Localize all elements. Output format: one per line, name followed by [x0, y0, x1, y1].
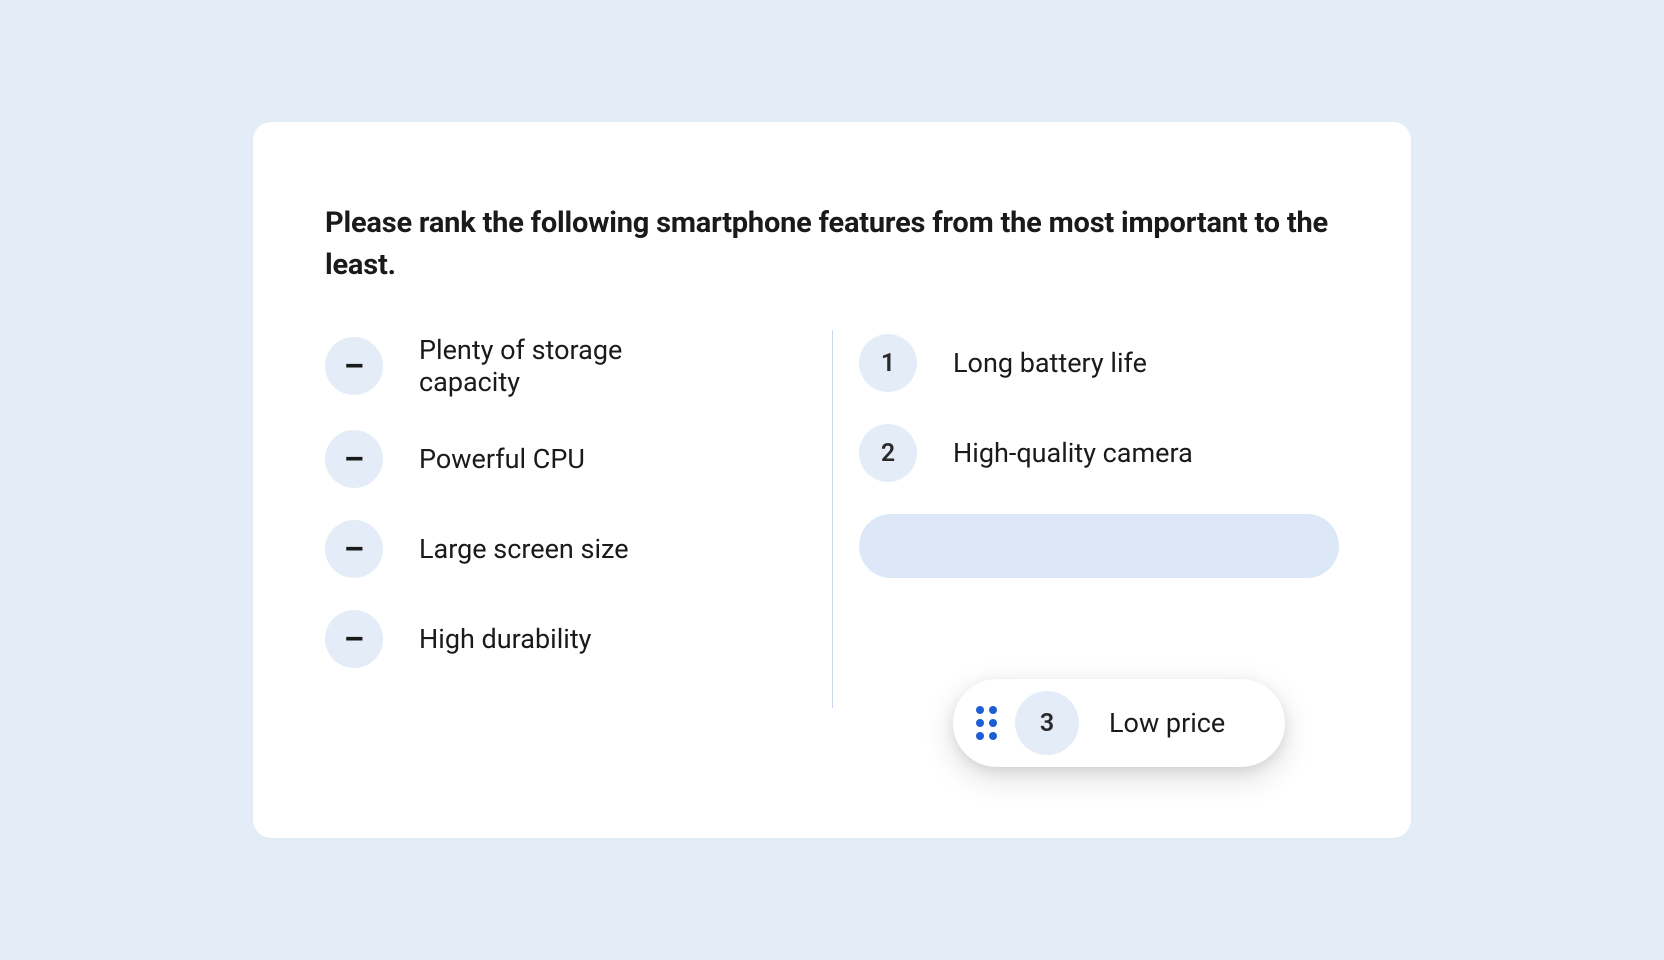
rank-badge: 3	[1015, 691, 1079, 755]
dragging-item-label: Low price	[1109, 707, 1225, 739]
dash-icon: –	[325, 337, 383, 395]
ranked-item[interactable]: 2 High-quality camera	[859, 424, 1339, 482]
drop-slot[interactable]	[859, 514, 1339, 578]
unranked-column: – Plenty of storage capacity – Powerful …	[325, 334, 769, 700]
unranked-item[interactable]: – Large screen size	[325, 520, 729, 578]
dash-icon: –	[325, 610, 383, 668]
ranked-item-label: Long battery life	[953, 347, 1147, 379]
ranking-card: Please rank the following smartphone fea…	[253, 122, 1411, 838]
dragging-item[interactable]: 3 Low price	[953, 679, 1285, 767]
ranking-columns: – Plenty of storage capacity – Powerful …	[325, 334, 1339, 700]
unranked-item[interactable]: – High durability	[325, 610, 729, 668]
question-title: Please rank the following smartphone fea…	[325, 202, 1339, 286]
ranked-column: 1 Long battery life 2 High-quality camer…	[769, 334, 1339, 700]
dash-icon: –	[325, 430, 383, 488]
page-background: Please rank the following smartphone fea…	[0, 0, 1664, 960]
rank-badge: 1	[859, 334, 917, 392]
dash-icon: –	[325, 520, 383, 578]
ranked-item[interactable]: 1 Long battery life	[859, 334, 1339, 392]
unranked-item-label: Powerful CPU	[419, 443, 585, 475]
unranked-item-label: Plenty of storage capacity	[419, 334, 729, 398]
unranked-item[interactable]: – Powerful CPU	[325, 430, 729, 488]
rank-badge: 2	[859, 424, 917, 482]
ranked-item-label: High-quality camera	[953, 437, 1193, 469]
drag-handle-icon[interactable]	[971, 706, 1001, 740]
unranked-item-label: High durability	[419, 623, 591, 655]
unranked-item-label: Large screen size	[419, 533, 629, 565]
unranked-item[interactable]: – Plenty of storage capacity	[325, 334, 729, 398]
